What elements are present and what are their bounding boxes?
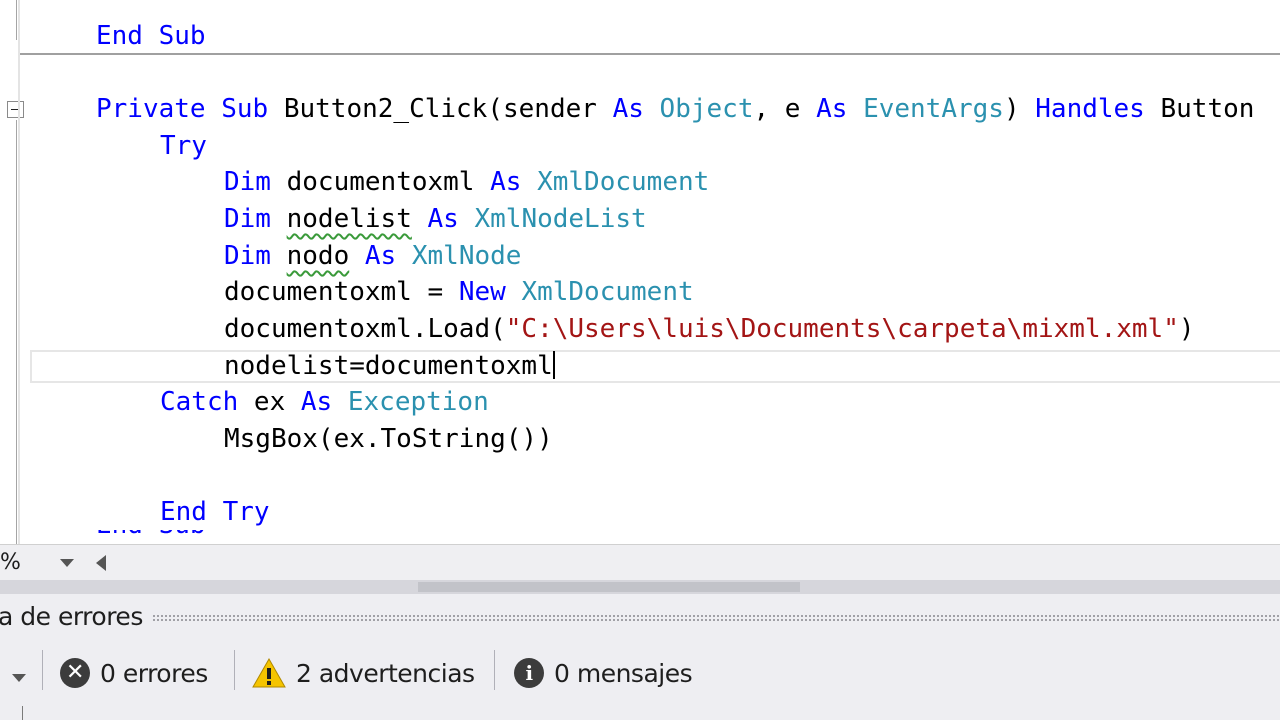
- code-line[interactable]: Dim documentoxml As XmlDocument: [224, 164, 709, 201]
- code-line[interactable]: nodelist=documentoxml: [224, 348, 555, 385]
- text-caret: [552, 351, 555, 379]
- keyword-token: As: [612, 94, 660, 124]
- keyword-token: Handles: [1035, 94, 1161, 124]
- scrollbar-thumb[interactable]: [418, 582, 800, 592]
- code-token: MsgBox(ex.ToString()): [224, 424, 553, 454]
- error-icon: ✕: [60, 658, 90, 688]
- keyword-token: Private Sub: [96, 94, 284, 124]
- code-line[interactable]: Dim nodo As XmlNode: [224, 238, 521, 275]
- errors-filter-button[interactable]: ✕ 0 errores: [60, 654, 208, 694]
- code-editor[interactable]: End Sub Private Sub Button2_Click(sender…: [0, 0, 1280, 544]
- outline-line: [16, 0, 17, 40]
- keyword-token: As: [490, 167, 538, 197]
- type-token: Object: [659, 94, 754, 124]
- code-line[interactable]: End Try: [160, 494, 270, 531]
- code-token: ex: [253, 387, 301, 417]
- type-token: EventArgs: [863, 94, 1004, 124]
- keyword-token: As: [300, 387, 348, 417]
- toolbar-divider: [494, 650, 495, 690]
- keyword-token: End Try: [160, 497, 270, 527]
- code-token: ): [1003, 94, 1036, 124]
- scroll-left-arrow-icon[interactable]: [96, 555, 106, 571]
- editor-gutter: [0, 0, 30, 544]
- info-icon: i: [514, 658, 544, 688]
- type-token: XmlDocument: [521, 277, 694, 307]
- dropdown-arrow-icon[interactable]: [60, 559, 74, 567]
- ide-window: End Sub Private Sub Button2_Click(sender…: [0, 0, 1280, 720]
- code-token: Button: [1160, 94, 1255, 124]
- code-line[interactable]: MsgBox(ex.ToString()): [224, 421, 553, 458]
- code-line[interactable]: Try: [160, 128, 207, 165]
- warnings-filter-button[interactable]: 2 advertencias: [252, 654, 475, 694]
- code-line[interactable]: Dim nodelist As XmlNodeList: [224, 201, 647, 238]
- code-token: documentoxml =: [224, 277, 459, 307]
- editor-left-border: [18, 0, 20, 544]
- error-list-panel: a de errores ✕ 0 errores 2 advertencias i…: [0, 594, 1280, 720]
- zoom-level[interactable]: %: [0, 545, 21, 581]
- keyword-token: Dim: [224, 204, 287, 234]
- messages-label: 0 mensajes: [554, 659, 693, 688]
- code-token: documentoxml: [286, 167, 491, 197]
- code-line[interactable]: documentoxml.Load("C:\Users\luis\Documen…: [224, 311, 1195, 348]
- type-token: Exception: [347, 387, 489, 417]
- code-token: ): [1178, 314, 1195, 344]
- warning-icon: [252, 658, 286, 688]
- keyword-token: As: [364, 241, 412, 271]
- keyword-token: Try: [160, 131, 207, 161]
- partial-line-text: End Sub: [96, 530, 276, 540]
- keyword-token: End Sub: [96, 21, 206, 51]
- code-token: nodelist: [286, 204, 412, 234]
- panel-title: a de errores: [0, 602, 143, 631]
- editor-zoom-bar: %: [0, 544, 1280, 581]
- keyword-token: Dim: [224, 241, 287, 271]
- panel-edge: [22, 706, 23, 720]
- keyword-token: As: [816, 94, 864, 124]
- outline-line: [16, 120, 17, 544]
- type-token: XmlDocument: [537, 167, 710, 197]
- dropdown-arrow-icon[interactable]: [12, 674, 26, 682]
- collapse-icon[interactable]: [7, 101, 24, 118]
- string-token: "C:\Users\luis\Documents\carpeta\mixml.x…: [505, 314, 1179, 344]
- code-token: nodelist=documentoxml: [224, 351, 553, 381]
- toolbar-divider: [234, 650, 235, 690]
- keyword-token: New: [458, 277, 522, 307]
- toolbar-divider: [42, 650, 43, 690]
- code-token: , e: [753, 94, 817, 124]
- current-line-highlight: [30, 350, 1280, 383]
- code-line[interactable]: Private Sub Button2_Click(sender As Obje…: [96, 91, 1254, 128]
- code-line-partial: End Sub: [96, 530, 276, 544]
- method-separator: [20, 53, 1280, 55]
- code-line[interactable]: documentoxml = New XmlDocument: [224, 274, 694, 311]
- keyword-token: Catch: [160, 387, 254, 417]
- code-line[interactable]: Catch ex As Exception: [160, 384, 489, 421]
- keyword-token: As: [427, 204, 475, 234]
- panel-drag-grip[interactable]: [152, 614, 1280, 622]
- code-line[interactable]: End Sub: [96, 18, 206, 55]
- code-token: documentoxml.Load(: [224, 314, 506, 344]
- warnings-label: 2 advertencias: [296, 659, 475, 688]
- code-token: Button2_Click(sender: [283, 94, 613, 124]
- keyword-token: Dim: [224, 167, 287, 197]
- code-token: nodo: [286, 241, 350, 271]
- errors-label: 0 errores: [100, 659, 208, 688]
- messages-filter-button[interactable]: i 0 mensajes: [514, 654, 693, 694]
- type-token: XmlNode: [411, 241, 522, 271]
- type-token: XmlNodeList: [474, 204, 647, 234]
